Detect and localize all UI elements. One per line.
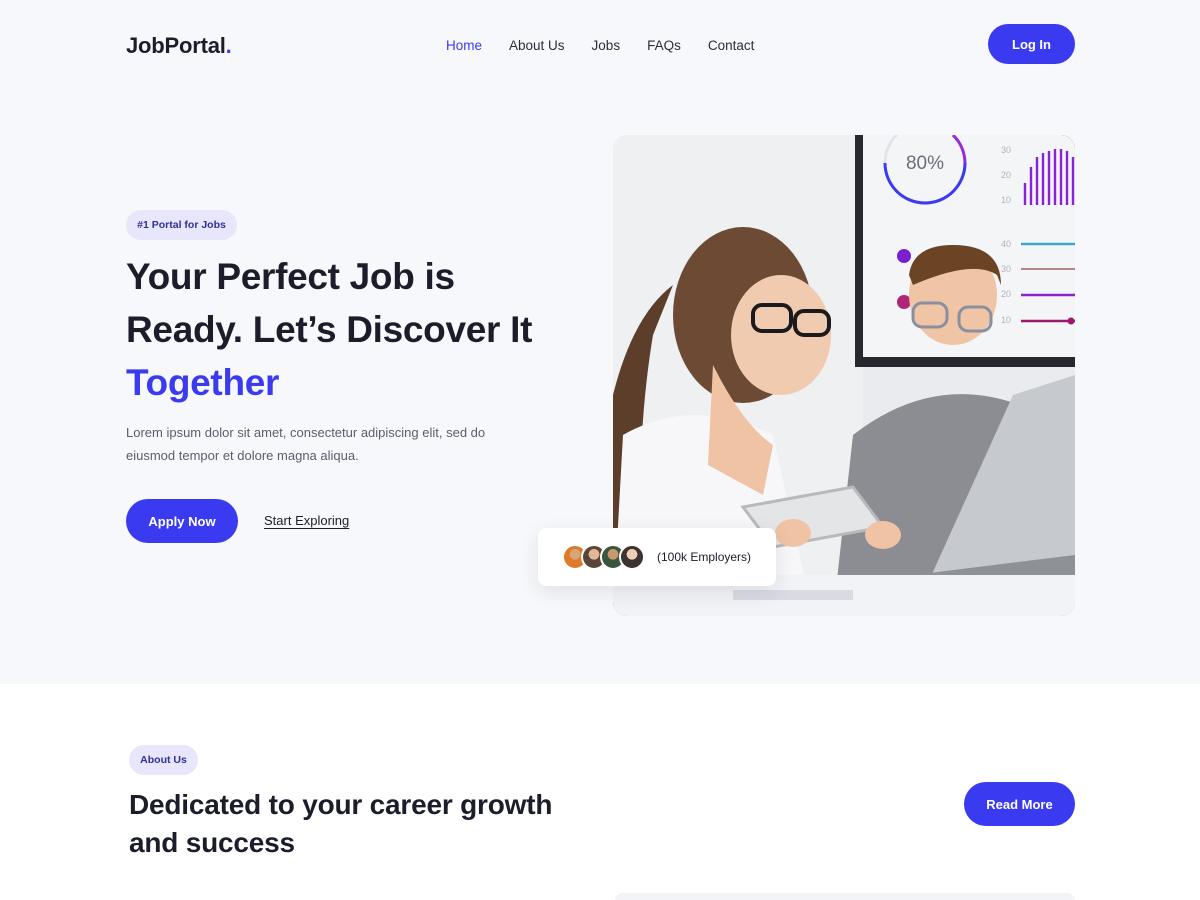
logo[interactable]: JobPortal. [126, 33, 232, 59]
nav-contact[interactable]: Contact [708, 38, 755, 53]
hero-title-line-1: Your Perfect Job is [126, 256, 455, 297]
about-card-edge [615, 893, 1075, 900]
employers-card: (100k Employers) [538, 528, 776, 586]
axis-line-30: 30 [1001, 264, 1011, 274]
avatar [619, 544, 645, 570]
employers-count: (100k Employers) [657, 550, 752, 564]
about-title: Dedicated to your career growth and succ… [129, 789, 553, 858]
start-exploring-link[interactable]: Start Exploring [264, 513, 349, 528]
nav-faqs[interactable]: FAQs [647, 38, 681, 53]
read-more-button[interactable]: Read More [964, 782, 1075, 826]
hero-description: Lorem ipsum dolor sit amet, consectetur … [126, 425, 486, 463]
nav-jobs[interactable]: Jobs [592, 38, 621, 53]
nav-about-us[interactable]: About Us [509, 38, 565, 53]
axis-line-10: 10 [1001, 315, 1011, 325]
nav-home[interactable]: Home [446, 38, 482, 53]
employer-avatars [562, 544, 645, 570]
axis-top-10: 10 [1001, 195, 1011, 205]
about-badge: About Us [129, 745, 198, 775]
axis-top-30: 30 [1001, 145, 1011, 155]
hero-title: Your Perfect Job is Ready. Let’s Discove… [126, 250, 586, 409]
login-button[interactable]: Log In [988, 24, 1075, 64]
main-nav: Home About Us Jobs FAQs Contact [446, 38, 781, 53]
hero-badge: #1 Portal for Jobs [126, 210, 237, 240]
axis-top-20: 20 [1001, 170, 1011, 180]
logo-dot: . [225, 33, 232, 58]
hero-title-line-2: Ready. Let’s Discover It [126, 309, 533, 350]
logo-text: JobPortal [126, 33, 226, 58]
axis-line-40: 40 [1001, 239, 1011, 249]
axis-line-20: 20 [1001, 289, 1011, 299]
hero-title-highlight: Together [126, 362, 280, 403]
gauge-label: 80% [906, 153, 944, 174]
apply-now-button[interactable]: Apply Now [126, 499, 238, 543]
